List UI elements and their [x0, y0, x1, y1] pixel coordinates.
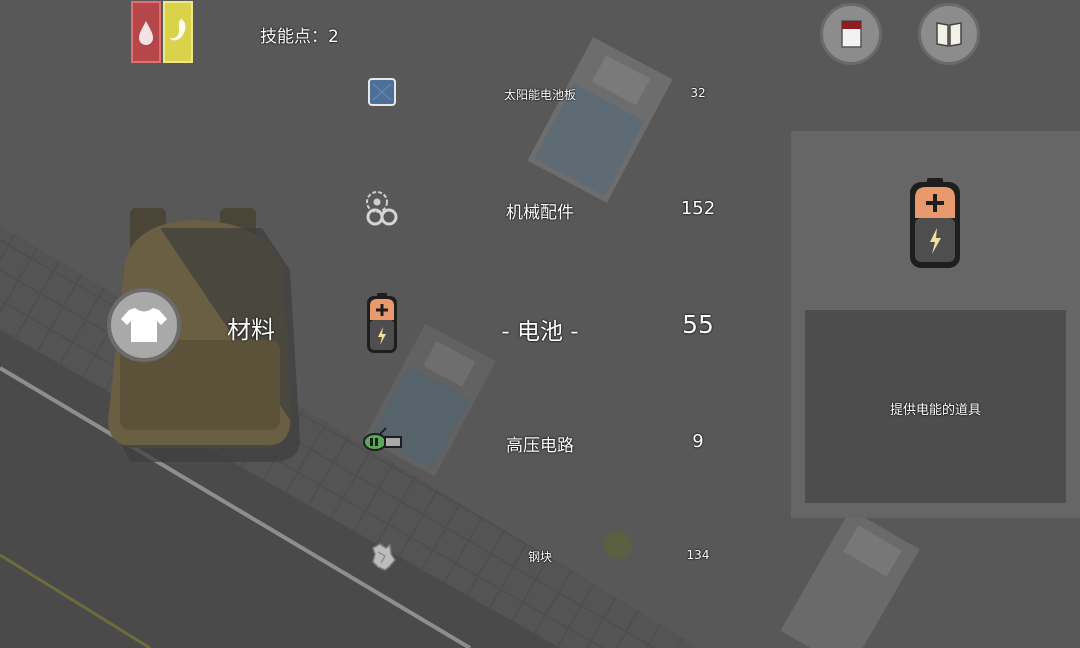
- item-name: 钢块: [527, 550, 552, 564]
- item-row-battery-selected[interactable]: - 电池 - 55: [340, 292, 780, 356]
- battery-icon: [367, 293, 397, 353]
- journal-icon: [841, 20, 862, 48]
- item-count: 32: [690, 86, 706, 100]
- hunger-status-bar: [163, 1, 193, 63]
- item-count: 152: [680, 198, 716, 219]
- skill-points-label: 技能点：2: [260, 27, 339, 47]
- item-row-high-voltage-circuit[interactable]: 高压电路 9: [340, 420, 780, 460]
- gears-icon: [366, 191, 398, 226]
- item-name: 太阳能电池板: [503, 88, 576, 102]
- steel-chunk-icon: [372, 543, 396, 571]
- item-name: 高压电路: [506, 436, 574, 456]
- item-name: - 电池 -: [501, 319, 579, 345]
- stomach-icon: [170, 19, 186, 41]
- item-count: 134: [686, 548, 710, 562]
- blood-drop-icon: [139, 21, 153, 45]
- shirt-icon: [121, 308, 167, 342]
- circuit-icon: [363, 427, 402, 451]
- item-count: 55: [682, 310, 714, 339]
- item-row-solar-panel[interactable]: 太阳能电池板 32: [340, 76, 780, 116]
- battery-icon: [910, 178, 960, 268]
- item-count: 9: [692, 431, 704, 452]
- item-name: 机械配件: [506, 203, 574, 223]
- book-button[interactable]: [918, 3, 980, 65]
- book-icon: [936, 22, 962, 47]
- item-row-mechanical-parts[interactable]: 机械配件 152: [340, 186, 780, 226]
- category-label: 材料: [227, 316, 275, 344]
- category-clothing-button[interactable]: [107, 288, 181, 362]
- item-row-steel-chunk[interactable]: 钢块 134: [340, 536, 780, 576]
- solar-panel-icon: [368, 78, 396, 106]
- blood-status-bar: [131, 1, 161, 63]
- journal-button[interactable]: [820, 3, 882, 65]
- item-description: 提供电能的道具: [889, 403, 981, 418]
